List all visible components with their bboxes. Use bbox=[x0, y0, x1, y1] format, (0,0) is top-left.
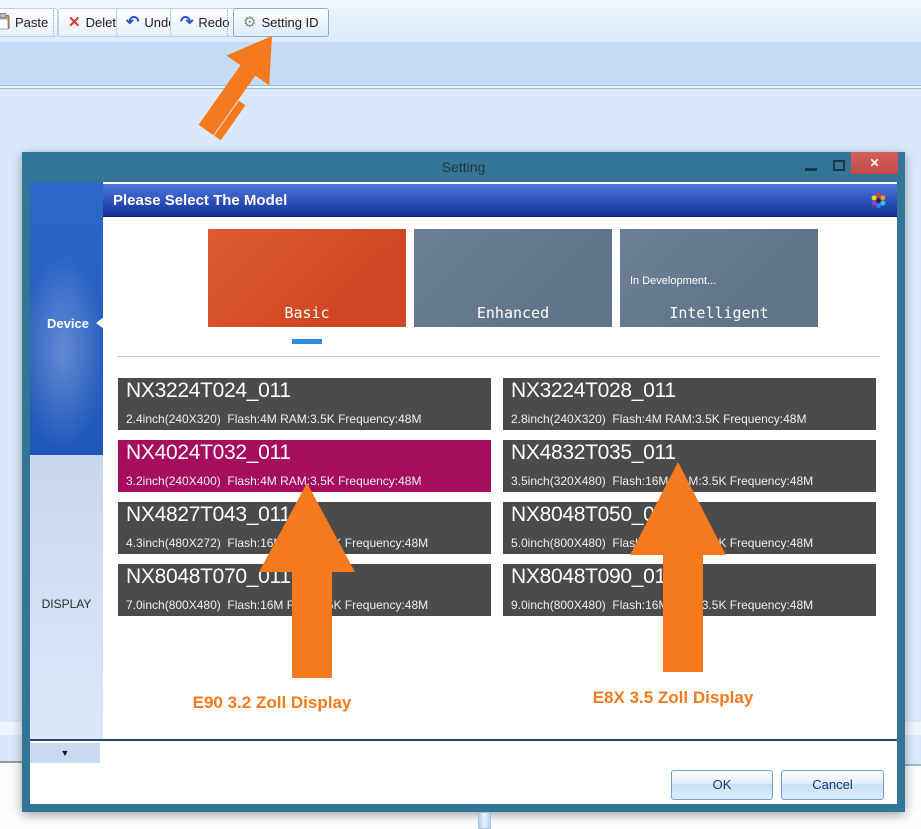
color-gear-icon bbox=[870, 192, 887, 209]
redo-button[interactable]: ↷ Redo bbox=[170, 8, 239, 37]
model-specs: 5.0inch(800X480) Flash:16M RAM:3.5K Freq… bbox=[511, 536, 813, 550]
minimize-button[interactable] bbox=[805, 168, 817, 171]
close-button[interactable]: ✕ bbox=[851, 152, 898, 174]
undo-icon: ↶ bbox=[126, 15, 139, 31]
category-basic[interactable]: Basic bbox=[208, 229, 406, 327]
ok-button[interactable]: OK bbox=[671, 770, 773, 800]
model-name: NX4024T032_011 bbox=[126, 441, 291, 465]
sidebar-tab-device[interactable]: Device bbox=[30, 182, 103, 455]
device-tab-label: Device bbox=[47, 316, 89, 331]
screen: Paste ✕ Delete ↶ Undo ↷ Redo ⚙ Setting I… bbox=[0, 0, 921, 829]
paste-button[interactable]: Paste bbox=[0, 8, 58, 37]
model-name: NX3224T024_011 bbox=[126, 379, 291, 403]
sidebar-tab-display[interactable]: DISPLAY bbox=[30, 455, 103, 741]
dialog-title: Setting bbox=[22, 152, 905, 182]
setting-id-label: Setting ID bbox=[261, 15, 318, 30]
maximize-button[interactable] bbox=[833, 160, 845, 171]
model-name: NX8048T070_011 bbox=[126, 565, 291, 589]
active-category-indicator bbox=[292, 339, 322, 344]
chevron-down-icon: ▼ bbox=[61, 748, 70, 758]
model-tile-nx3224t024[interactable]: NX3224T024_011 2.4inch(240X320) Flash:4M… bbox=[118, 378, 491, 430]
background-panel bbox=[0, 812, 921, 829]
cancel-button[interactable]: Cancel bbox=[781, 770, 884, 800]
category-enhanced[interactable]: Enhanced bbox=[414, 229, 612, 327]
background-line bbox=[905, 722, 921, 735]
category-enhanced-label: Enhanced bbox=[414, 304, 612, 322]
display-tab-label: DISPLAY bbox=[30, 597, 103, 611]
model-tile-nx3224t028[interactable]: NX3224T028_011 2.8inch(240X320) Flash:4M… bbox=[503, 378, 876, 430]
model-specs: 3.2inch(240X400) Flash:4M RAM:3.5K Frequ… bbox=[126, 474, 421, 488]
redo-label: Redo bbox=[198, 15, 229, 30]
dialog-body: Device DISPLAY ▼ Please Select The Model bbox=[30, 182, 897, 804]
model-specs: 3.5inch(320X480) Flash:16M RAM:3.5K Freq… bbox=[511, 474, 813, 488]
category-intelligent-note: In Development... bbox=[630, 275, 716, 287]
model-tile-nx4827t043[interactable]: NX4827T043_011 4.3inch(480X272) Flash:16… bbox=[118, 502, 491, 554]
workspace-band bbox=[0, 42, 921, 86]
model-specs: 7.0inch(800X480) Flash:16M RAM:3.5K Freq… bbox=[126, 598, 428, 612]
model-specs: 9.0inch(800X480) Flash:16M RAM:3.5K Freq… bbox=[511, 598, 813, 612]
category-intelligent-label: Intelligent bbox=[620, 304, 818, 322]
close-icon: ✕ bbox=[869, 156, 879, 170]
model-tile-nx4024t032-selected[interactable]: NX4024T032_011 3.2inch(240X400) Flash:4M… bbox=[118, 440, 491, 492]
toolbar-separator bbox=[53, 10, 54, 36]
model-specs: 4.3inch(480X272) Flash:16M RAM:3.5K Freq… bbox=[126, 536, 428, 550]
category-separator bbox=[118, 356, 880, 357]
setting-dialog: Setting ✕ Device DISPLAY ▼ Please Select bbox=[22, 152, 905, 812]
background-line bbox=[0, 722, 22, 735]
scrollbar-thumb[interactable] bbox=[478, 812, 491, 829]
model-tile-nx8048t070[interactable]: NX8048T070_011 7.0inch(800X480) Flash:16… bbox=[118, 564, 491, 616]
paste-icon bbox=[0, 13, 10, 33]
delete-icon: ✕ bbox=[68, 15, 81, 30]
panel-header-title: Please Select The Model bbox=[113, 184, 287, 217]
model-name: NX3224T028_011 bbox=[511, 379, 676, 403]
gear-icon: ⚙ bbox=[243, 15, 256, 30]
model-tile-nx4832t035[interactable]: NX4832T035_011 3.5inch(320X480) Flash:16… bbox=[503, 440, 876, 492]
model-tile-nx8048t090[interactable]: NX8048T090_011 9.0inch(800X480) Flash:16… bbox=[503, 564, 876, 616]
panel-header: Please Select The Model bbox=[103, 184, 897, 217]
content-bottom-border bbox=[30, 739, 897, 741]
category-basic-label: Basic bbox=[208, 304, 406, 322]
category-intelligent[interactable]: In Development... Intelligent bbox=[620, 229, 818, 327]
setting-id-button[interactable]: ⚙ Setting ID bbox=[233, 8, 329, 37]
model-tile-nx8048t050[interactable]: NX8048T050_011 5.0inch(800X480) Flash:16… bbox=[503, 502, 876, 554]
sidebar-scroll-down-button[interactable]: ▼ bbox=[30, 743, 100, 763]
model-specs: 2.4inch(240X320) Flash:4M RAM:3.5K Frequ… bbox=[126, 412, 421, 426]
model-specs: 2.8inch(240X320) Flash:4M RAM:3.5K Frequ… bbox=[511, 412, 806, 426]
redo-icon: ↷ bbox=[180, 15, 193, 31]
toolbar-separator bbox=[227, 10, 228, 36]
paste-label: Paste bbox=[15, 15, 48, 30]
dialog-titlebar[interactable]: Setting ✕ bbox=[22, 152, 905, 182]
arrow-to-setting-id-tail-icon bbox=[214, 101, 245, 141]
model-name: NX4827T043_011 bbox=[126, 503, 291, 527]
model-name: NX8048T090_011 bbox=[511, 565, 676, 589]
workspace-divider bbox=[0, 85, 921, 89]
active-tab-arrow-icon bbox=[96, 317, 104, 329]
model-name: NX8048T050_011 bbox=[511, 503, 676, 527]
model-name: NX4832T035_011 bbox=[511, 441, 676, 465]
